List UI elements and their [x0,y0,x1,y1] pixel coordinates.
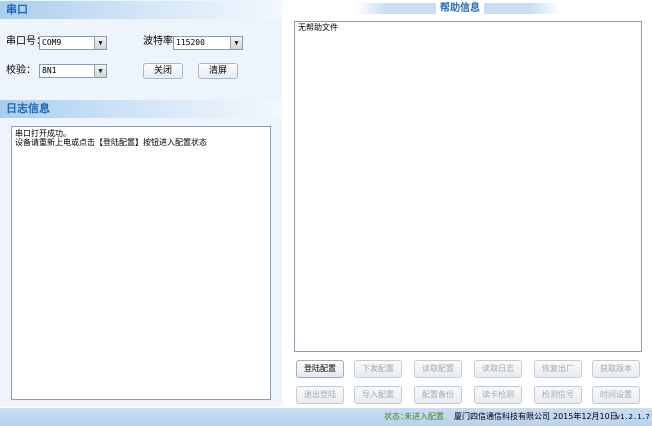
port-value: COM9 [42,38,62,47]
build-date: 2015年12月10日 [553,412,618,421]
read-log-button[interactable]: 读取日志 [474,360,522,378]
close-port-button[interactable]: 关闭 [143,63,183,79]
baud-value: 115200 [176,38,205,47]
chevron-down-icon[interactable]: ▼ [94,37,106,49]
parity-select[interactable]: 8N1 ▼ [39,64,107,78]
time-settings-button[interactable]: 时间设置 [592,386,640,404]
log-textarea[interactable]: 串口打开成功。 设备请重新上电或点击【登陆配置】按钮进入配置状态 [11,126,271,400]
card-check-button[interactable]: 读卡检测 [474,386,522,404]
clear-screen-button[interactable]: 清屏 [198,63,238,79]
baud-select[interactable]: 115200 ▼ [173,36,243,50]
login-config-button[interactable]: 登陆配置 [296,360,344,378]
help-title: 帮助信息 [436,1,484,16]
app-version: v1.2.1.7 [616,413,650,421]
chevron-down-icon[interactable]: ▼ [94,65,106,77]
serial-section-header: 串口 [0,1,282,19]
backup-config-button[interactable]: 配置备份 [414,386,462,404]
read-config-button[interactable]: 读取配置 [414,360,462,378]
status-bar: 状态： 未进入配置 厦门四信通信科技有限公司 2015年12月10日 v1.2.… [0,408,652,426]
company-name: 厦门四信通信科技有限公司 [454,412,550,421]
import-config-button[interactable]: 导入配置 [354,386,402,404]
status-value: 未进入配置 [404,412,444,421]
get-version-button[interactable]: 获取版本 [592,360,640,378]
parity-label: 校验： [6,65,36,76]
signal-check-button[interactable]: 检测信号 [534,386,582,404]
send-config-button[interactable]: 下发配置 [354,360,402,378]
port-select[interactable]: COM9 ▼ [39,36,107,50]
log-section-header: 日志信息 [0,100,282,118]
chevron-down-icon[interactable]: ▼ [230,37,242,49]
help-text: 无帮助文件 [298,23,338,32]
parity-value: 8N1 [42,66,57,75]
help-textarea[interactable]: 无帮助文件 [294,21,642,352]
factory-reset-button[interactable]: 恢复出厂 [534,360,582,378]
logout-button[interactable]: 退出登陆 [296,386,344,404]
